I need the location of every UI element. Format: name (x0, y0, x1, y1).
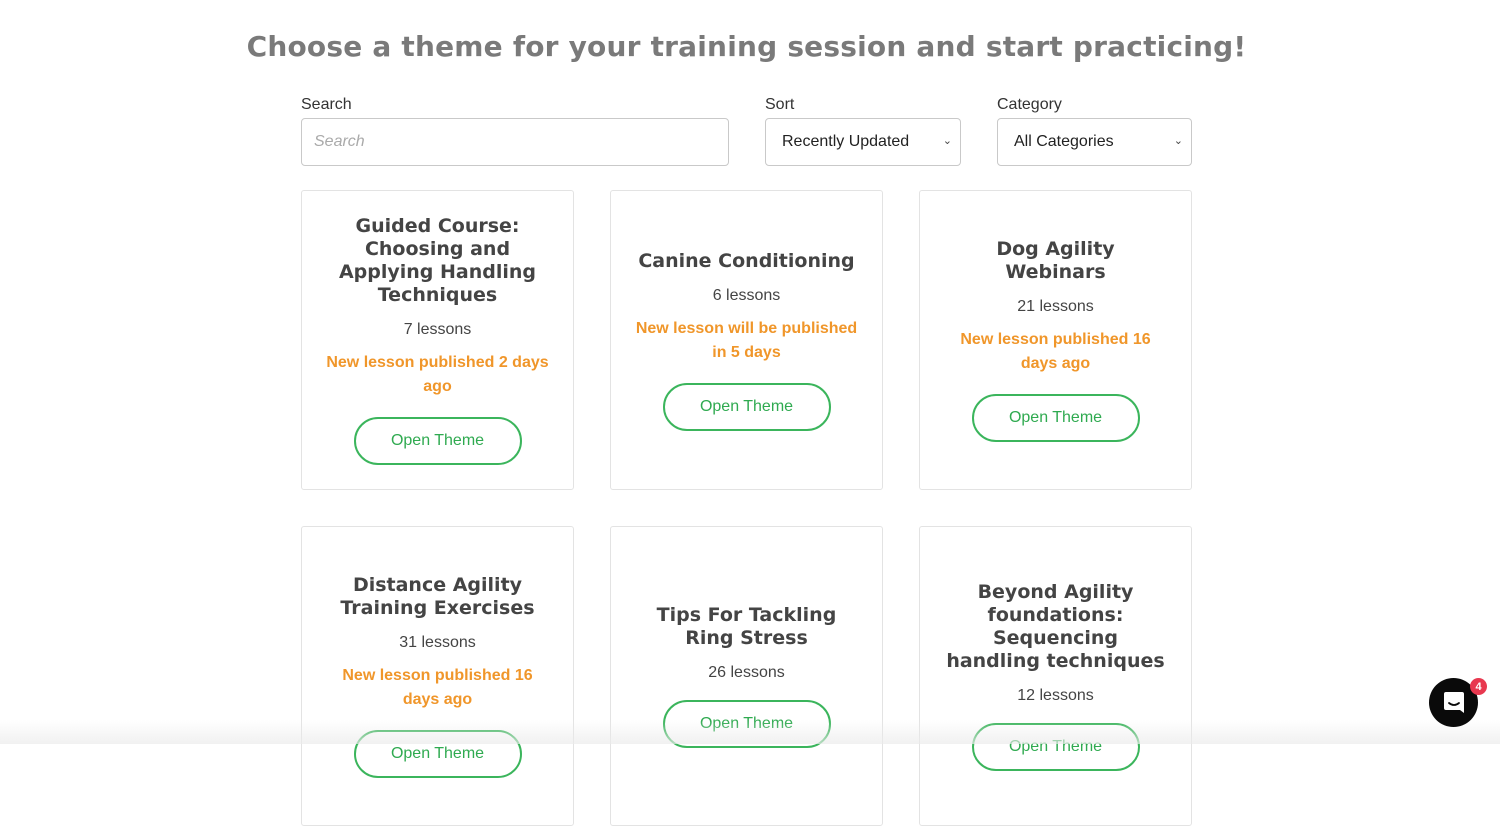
theme-title: Canine Conditioning (638, 249, 855, 272)
theme-selection-page: Choose a theme for your training session… (0, 0, 1500, 826)
sort-value: Recently Updated (782, 133, 910, 150)
search-label: Search (301, 96, 352, 113)
update-status: New lesson published 16 days ago (960, 331, 1151, 372)
open-theme-button[interactable]: Open Theme (662, 700, 831, 748)
update-status: New lesson published 16 days ago (342, 667, 533, 708)
chat-bubble-icon (1443, 691, 1464, 713)
open-theme-button[interactable]: Open Theme (971, 723, 1140, 771)
update-status: New lesson published 2 days ago (326, 354, 549, 395)
category-label: Category (997, 96, 1062, 113)
sort-select[interactable]: Recently Updated ⌄ (765, 118, 961, 166)
chevron-down-icon: ⌄ (1173, 135, 1183, 147)
chevron-down-icon: ⌄ (942, 135, 952, 147)
theme-card: Dog Agility Webinars 21 lessons New less… (919, 190, 1192, 490)
theme-title: Tips For Tackling Ring Stress (656, 604, 837, 649)
open-theme-button[interactable]: Open Theme (353, 730, 522, 778)
notification-badge: 4 (1470, 678, 1487, 695)
theme-title: Guided Course: Choosing and Applying Han… (338, 215, 537, 306)
lesson-count: 26 lessons (708, 664, 785, 681)
category-select[interactable]: All Categories ⌄ (997, 118, 1192, 166)
page-title: Choose a theme for your training session… (246, 30, 1247, 63)
lesson-count: 7 lessons (403, 321, 472, 338)
category-value: All Categories (1014, 133, 1114, 150)
theme-title: Beyond Agility foundations: Sequencing h… (946, 581, 1165, 672)
open-theme-button[interactable]: Open Theme (353, 417, 522, 465)
theme-card: Canine Conditioning 6 lessons New lesson… (610, 190, 883, 490)
theme-card: Guided Course: Choosing and Applying Han… (301, 190, 574, 490)
theme-card: Tips For Tackling Ring Stress 26 lessons… (610, 526, 883, 826)
search-input[interactable]: Search (301, 118, 729, 166)
theme-card: Beyond Agility foundations: Sequencing h… (919, 526, 1192, 826)
open-theme-button[interactable]: Open Theme (662, 382, 831, 431)
open-theme-button[interactable]: Open Theme (971, 394, 1140, 442)
lesson-count: 21 lessons (1017, 298, 1094, 315)
update-status: New lesson will be published in 5 days (635, 319, 858, 361)
lesson-count: 31 lessons (399, 634, 476, 651)
theme-card: Distance Agility Training Exercises 31 l… (301, 526, 574, 826)
theme-title: Dog Agility Webinars (996, 238, 1115, 283)
lesson-count: 6 lessons (712, 286, 781, 304)
search-placeholder: Search (314, 133, 365, 150)
theme-title: Distance Agility Training Exercises (340, 574, 535, 619)
lesson-count: 12 lessons (1017, 687, 1094, 704)
sort-label: Sort (765, 96, 795, 113)
